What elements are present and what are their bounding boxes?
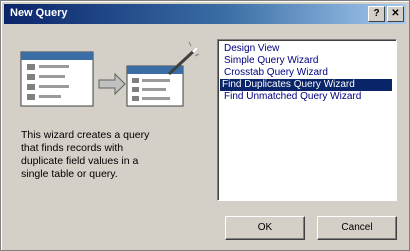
close-button[interactable]: ✕: [387, 6, 404, 22]
list-item-simple-query-wizard[interactable]: Simple Query Wizard: [222, 55, 320, 67]
title-bar[interactable]: New Query ? ✕: [4, 4, 406, 24]
window-title: New Query: [10, 7, 68, 19]
query-type-list[interactable]: Design View Simple Query Wizard Crosstab…: [217, 39, 397, 201]
close-icon: ✕: [391, 8, 400, 19]
help-icon: ?: [373, 8, 380, 19]
new-query-dialog: New Query ? ✕ This wizard creates a quer…: [0, 0, 410, 251]
wizard-description: This wizard creates a query that finds r…: [21, 129, 150, 180]
list-item-find-duplicates-query-wizard[interactable]: Find Duplicates Query Wizard: [220, 79, 392, 91]
list-item-find-unmatched-query-wizard[interactable]: Find Unmatched Query Wizard: [222, 91, 363, 103]
wizard-illustration: [20, 41, 200, 107]
wizard-wand-icon: [167, 41, 200, 76]
cancel-button[interactable]: Cancel: [317, 216, 397, 240]
ok-button[interactable]: OK: [225, 216, 305, 240]
list-item-crosstab-query-wizard[interactable]: Crosstab Query Wizard: [222, 67, 330, 79]
table-icon: [20, 51, 94, 107]
help-button[interactable]: ?: [368, 6, 385, 22]
result-table-icon: [126, 65, 184, 107]
list-item-design-view[interactable]: Design View: [222, 43, 281, 55]
arrow-icon: [98, 72, 126, 96]
